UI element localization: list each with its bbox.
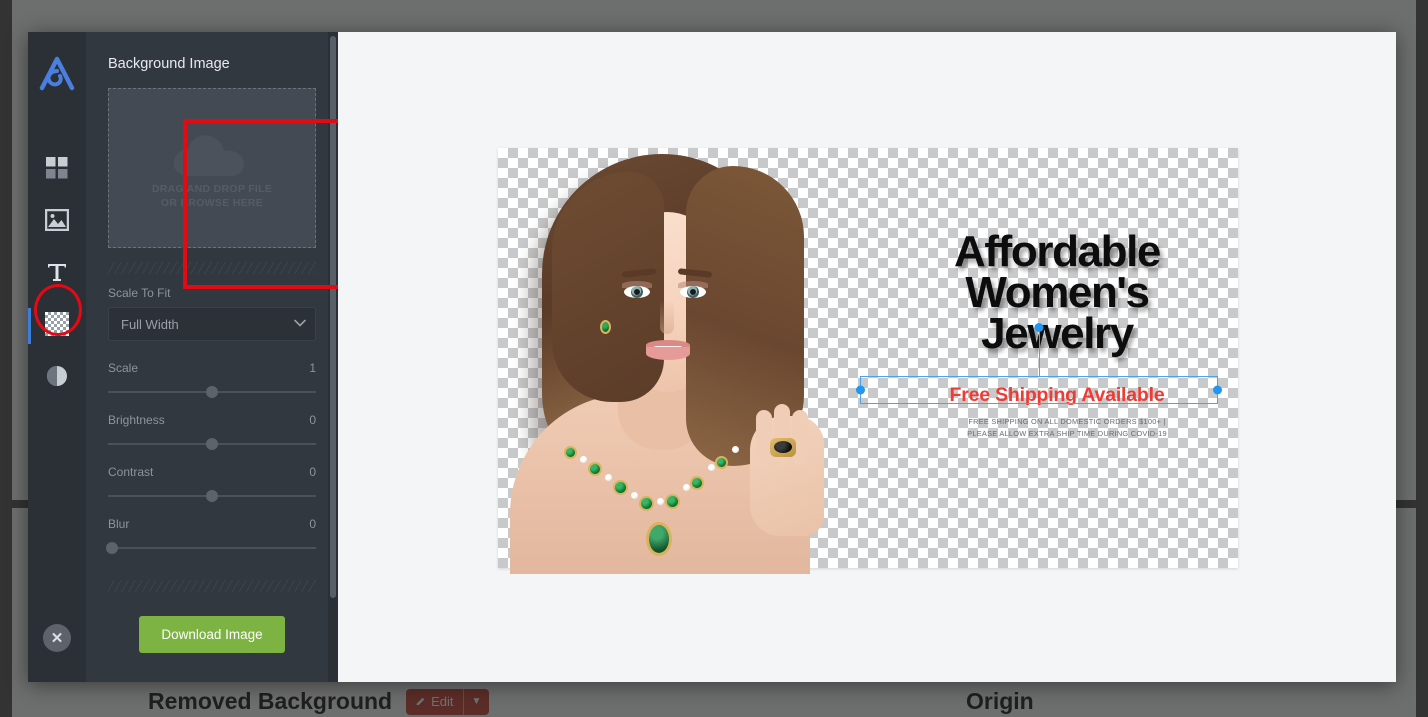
contrast-half-circle-icon: [46, 365, 68, 392]
picture-icon: [44, 208, 70, 236]
sidebar-item-images[interactable]: [28, 196, 86, 248]
slider-brightness-track[interactable]: [108, 438, 316, 450]
eye-left: [624, 286, 650, 298]
scale-to-fit-select[interactable]: Full Width Full Height Stretch Cover Con…: [108, 307, 316, 341]
subheadline-text-layer[interactable]: Free Shipping Available: [902, 384, 1212, 407]
slider-scale-track[interactable]: [108, 386, 316, 398]
close-x-circle-icon: ✕: [50, 630, 64, 647]
panel-scrollbar-thumb[interactable]: [330, 36, 336, 598]
earring-left: [600, 320, 611, 334]
panel-footer-divider-hatch: [108, 580, 316, 592]
headline-text-layer[interactable]: Affordable Women's Jewelry: [902, 227, 1212, 358]
finger: [792, 410, 808, 466]
scale-to-fit-control[interactable]: Full Width Full Height Stretch Cover Con…: [108, 307, 316, 341]
dropzone-line-2: OR BROWSE HERE: [160, 197, 264, 209]
scale-to-fit-label: Scale To Fit: [108, 286, 171, 300]
slider-scale-value: 1: [309, 361, 316, 375]
slider-brightness-thumb[interactable]: [206, 438, 218, 450]
dropzone-line-1: DRAG AND DROP FILE: [151, 182, 273, 195]
sidebar-item-adjustments[interactable]: [28, 352, 86, 404]
slider-contrast-track[interactable]: [108, 490, 316, 502]
background-editor-modal: ✕ Background Image DRAG AND DROP FILE OR…: [28, 32, 1396, 682]
background-image-dropzone[interactable]: DRAG AND DROP FILE OR BROWSE HERE: [108, 88, 316, 248]
slider-scale-thumb[interactable]: [206, 386, 218, 398]
slider-blur-thumb[interactable]: [106, 542, 119, 554]
sidebar-item-background[interactable]: [28, 300, 86, 352]
fineprint-text-layer[interactable]: FREE SHIPPING ON ALL DOMESTIC ORDERS $10…: [902, 416, 1232, 440]
slider-contrast-thumb[interactable]: [206, 490, 218, 502]
brand-a-logo-icon: [37, 56, 77, 92]
finger: [756, 410, 772, 468]
panel-scrollbar[interactable]: [328, 32, 338, 682]
headline-line-3: Jewelry: [981, 308, 1134, 358]
resize-handle-left[interactable]: [856, 385, 865, 395]
fineprint-line-1: FREE SHIPPING ON ALL DOMESTIC ORDERS $10…: [968, 417, 1166, 426]
editor-canvas[interactable]: Affordable Women's Jewelry Free Shipping…: [338, 32, 1396, 682]
close-editor-button[interactable]: ✕: [43, 624, 71, 652]
slider-blur-label: Blur: [108, 517, 130, 531]
sidebar-item-templates[interactable]: [28, 144, 86, 196]
pendant: [646, 522, 672, 556]
slider-brightness[interactable]: Brightness 0: [108, 413, 316, 450]
nose: [660, 300, 674, 334]
slider-scale-label: Scale: [108, 361, 139, 375]
background-settings-panel: Background Image DRAG AND DROP FILE OR B…: [86, 32, 338, 682]
editor-tool-rail: ✕: [28, 32, 86, 682]
lower-lip: [646, 347, 690, 360]
panel-divider-hatch: [108, 262, 316, 274]
text-t-icon: [45, 260, 69, 289]
design-artboard[interactable]: Affordable Women's Jewelry Free Shipping…: [498, 148, 1238, 574]
fineprint-line-2: PLEASE ALLOW EXTRA SHIP TIME DURING COVI…: [967, 429, 1167, 439]
ring-stone: [774, 441, 792, 453]
slider-scale[interactable]: Scale 1: [108, 361, 316, 398]
panel-footer: Download Image: [86, 580, 338, 682]
resize-handle-right[interactable]: [1213, 385, 1222, 395]
download-image-button[interactable]: Download Image: [139, 615, 285, 653]
necklace: [560, 436, 760, 556]
headline-line-1: Affordable: [953, 227, 1161, 276]
slider-contrast-label: Contrast: [108, 465, 154, 479]
upload-cloud-icon: [168, 126, 256, 180]
panel-title: Background Image: [108, 56, 230, 72]
headline-line-2: Women's: [965, 267, 1150, 317]
slider-brightness-value: 0: [309, 413, 316, 427]
model-photo[interactable]: [500, 148, 830, 574]
slider-brightness-label: Brightness: [108, 413, 165, 427]
sidebar-item-text[interactable]: [28, 248, 86, 300]
slider-blur-value: 0: [309, 517, 316, 531]
slider-blur[interactable]: Blur 0: [106, 517, 316, 554]
slider-contrast-value: 0: [309, 465, 316, 479]
slider-blur-track[interactable]: [106, 542, 316, 554]
slider-contrast[interactable]: Contrast 0: [108, 465, 316, 502]
eye-right: [680, 286, 706, 298]
checkerboard-transparency-icon: [45, 311, 69, 341]
grid-squares-icon: [45, 156, 69, 185]
